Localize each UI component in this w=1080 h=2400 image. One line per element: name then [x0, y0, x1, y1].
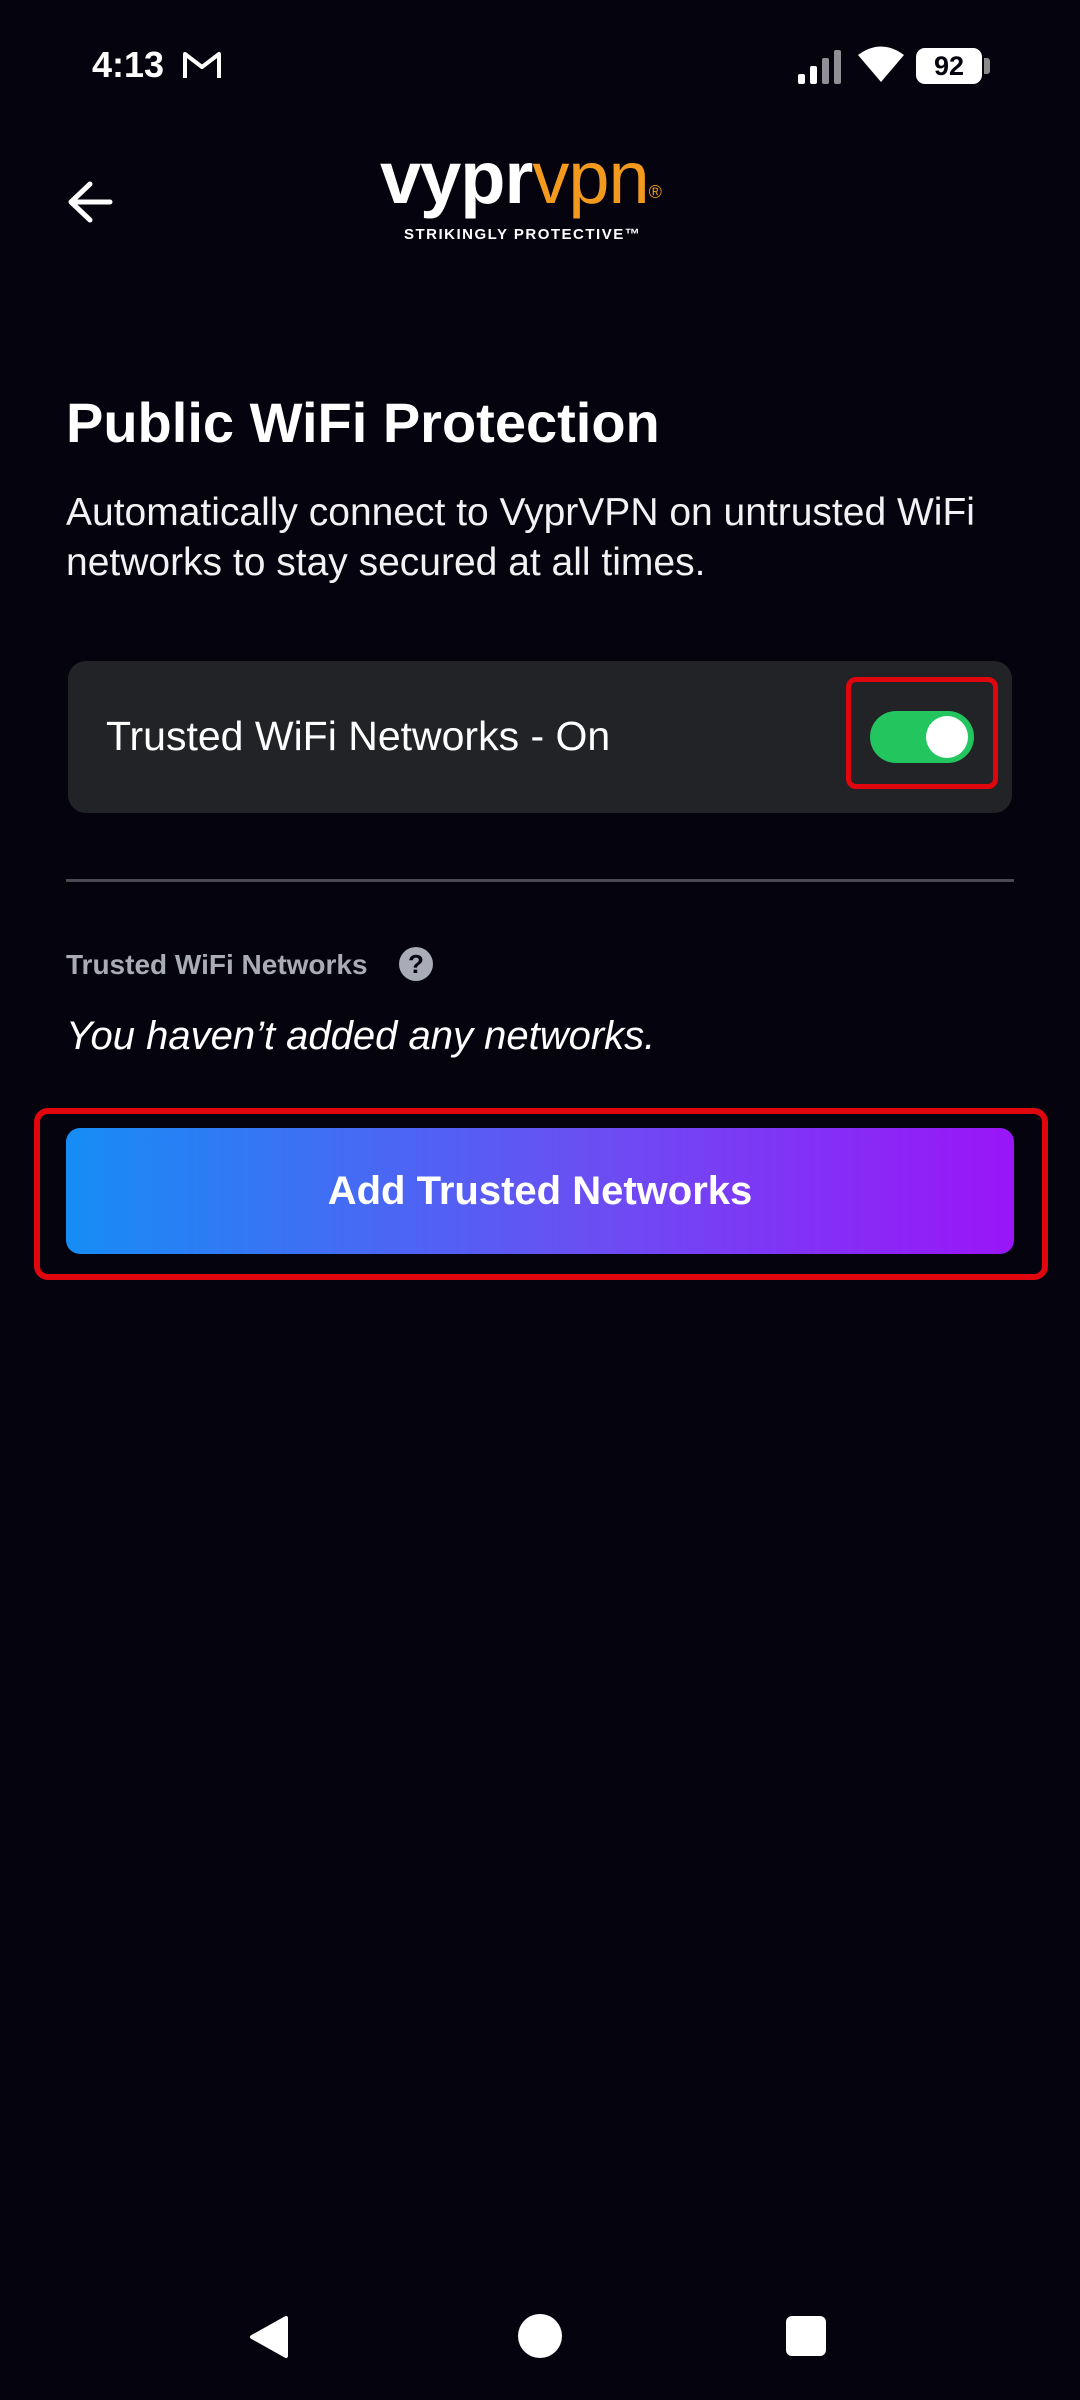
- help-icon[interactable]: ?: [399, 947, 433, 981]
- toggle-label: Trusted WiFi Networks - On: [106, 713, 611, 759]
- logo-registered: ®: [648, 182, 662, 202]
- vyprvpn-logo: vyprvpn® STRIKINGLY PROTECTIVE™: [370, 138, 710, 248]
- page-description: Automatically connect to VyprVPN on untr…: [66, 491, 975, 584]
- section-label: Trusted WiFi Networks: [66, 949, 368, 980]
- battery-tip: [984, 58, 990, 74]
- trusted-wifi-toggle[interactable]: [870, 711, 974, 763]
- logo-vpn: vpn: [532, 136, 649, 219]
- arrow-left-icon: [68, 181, 113, 223]
- empty-networks-message: You haven’t added any networks.: [66, 1014, 656, 1058]
- page-title: Public WiFi Protection: [66, 391, 660, 454]
- wifi-icon: [858, 46, 904, 82]
- logo-wordmark: vyprvpn®: [380, 136, 662, 219]
- nav-recents-icon[interactable]: [786, 2316, 826, 2356]
- back-button[interactable]: [58, 170, 122, 234]
- status-time: 4:13: [92, 44, 165, 85]
- trusted-wifi-toggle-card: Trusted WiFi Networks - On: [68, 661, 1012, 813]
- divider: [66, 879, 1014, 882]
- system-nav-bar: [0, 2290, 1080, 2380]
- nav-back-icon[interactable]: [246, 2314, 292, 2360]
- logo-tagline: STRIKINGLY PROTECTIVE™: [404, 226, 642, 243]
- gmail-icon: [183, 52, 221, 78]
- toggle-knob: [926, 716, 968, 758]
- battery-icon: 92: [916, 48, 992, 84]
- battery-level: 92: [916, 48, 982, 84]
- add-trusted-networks-button[interactable]: Add Trusted Networks: [66, 1128, 1014, 1254]
- signal-icon: [798, 50, 841, 84]
- status-bar: 4:13 92: [0, 0, 1080, 130]
- nav-home-icon[interactable]: [518, 2314, 562, 2358]
- logo-vypr: vypr: [380, 136, 533, 219]
